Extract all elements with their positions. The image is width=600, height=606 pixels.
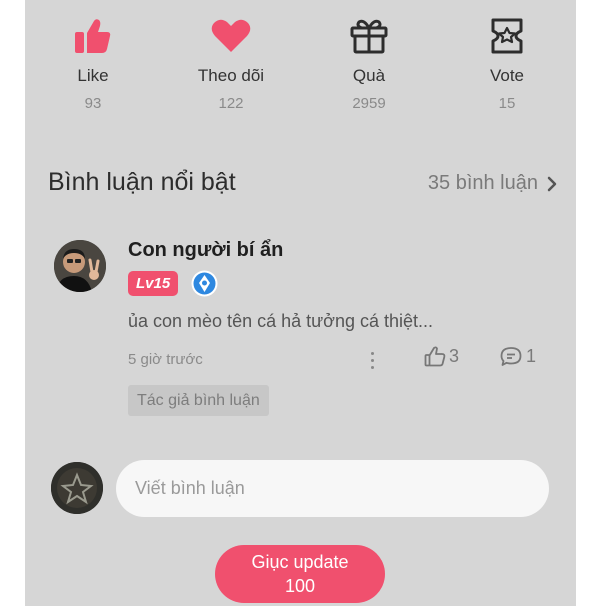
- all-comments-link[interactable]: 35 bình luận: [428, 172, 558, 195]
- speech-bubble-icon: [500, 347, 522, 366]
- update-button-count: 100: [284, 576, 316, 596]
- stat-gift[interactable]: Quà 2959: [314, 14, 424, 112]
- comment-like-button[interactable]: 3: [424, 346, 459, 367]
- comment-time: 5 giờ trước: [128, 351, 203, 368]
- heart-icon: [176, 14, 286, 58]
- author-tag: Tác giả bình luận: [128, 385, 269, 416]
- avatar[interactable]: [54, 240, 106, 292]
- stat-label: Like: [77, 66, 109, 85]
- section-title: Bình luận nổi bật: [48, 168, 236, 196]
- stat-count: 15: [498, 95, 516, 112]
- more-options-icon[interactable]: [362, 348, 382, 372]
- stat-label: Quà: [352, 66, 386, 85]
- my-avatar[interactable]: [51, 462, 103, 514]
- verified-badge-icon: [191, 270, 218, 297]
- stat-count: 122: [218, 95, 244, 112]
- comment-count-label: 35 bình luận: [427, 172, 538, 194]
- reply-count: 1: [526, 346, 537, 366]
- update-button-label: Giục update: [251, 552, 349, 572]
- comment-text[interactable]: ủa con mèo tên cá hả tưởng cá thiệt...: [128, 311, 433, 332]
- gift-icon: [314, 14, 424, 58]
- stat-label: Theo dõi: [197, 66, 265, 85]
- thumbs-up-icon: [38, 14, 148, 58]
- comment-username[interactable]: Con người bí ẩn: [128, 239, 283, 262]
- stat-count: 93: [84, 95, 102, 112]
- stat-count: 2959: [352, 95, 386, 112]
- stat-label: Vote: [489, 66, 525, 85]
- request-update-button[interactable]: Giục update 100: [215, 545, 385, 603]
- comment-input[interactable]: [116, 460, 549, 517]
- level-badge: Lv15: [128, 271, 179, 296]
- stat-follow[interactable]: Theo dõi 122: [176, 14, 286, 112]
- stat-vote[interactable]: Vote 15: [452, 14, 562, 112]
- ticket-star-icon: [452, 14, 562, 58]
- chevron-right-icon: [547, 176, 557, 191]
- like-count: 3: [449, 346, 460, 366]
- thumbs-up-outline-icon: [424, 346, 446, 367]
- comment-reply-button[interactable]: 1: [500, 346, 536, 367]
- stat-like[interactable]: Like 93: [38, 14, 148, 112]
